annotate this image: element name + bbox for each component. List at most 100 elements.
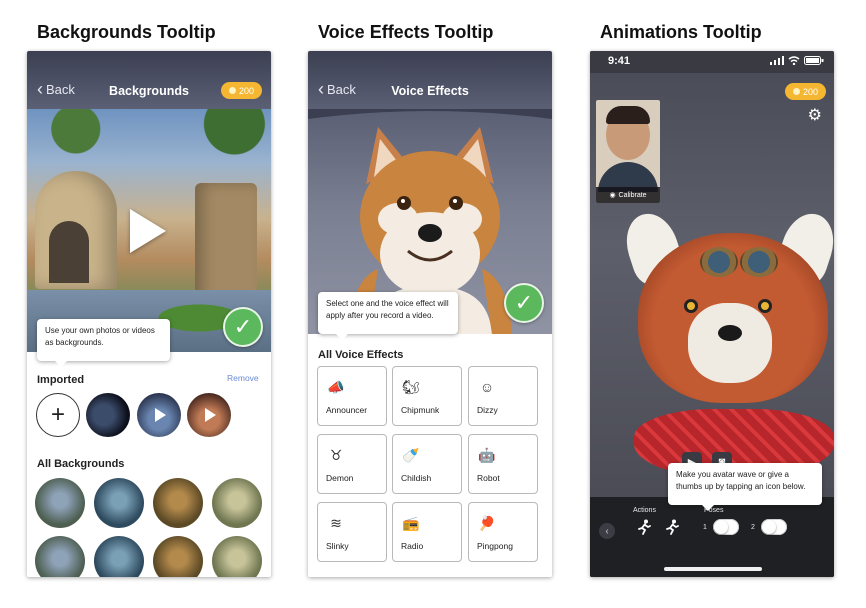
gear-icon[interactable]: ⚙ <box>808 105 822 125</box>
pose-2-label: 2 <box>751 524 755 531</box>
coin-icon <box>792 88 800 95</box>
chipmunk-icon: 🐿 <box>402 378 420 395</box>
check-icon: ✓ <box>514 290 534 315</box>
all-voice-effects-heading: All Voice Effects <box>318 349 404 361</box>
effect-childish[interactable]: 🍼 Childish <box>392 434 462 494</box>
background-option[interactable] <box>153 536 203 577</box>
background-option[interactable] <box>94 478 144 528</box>
toggle-knob <box>762 520 776 534</box>
tooltip-text: Use your own photos or videos as backgro… <box>45 326 155 347</box>
backgrounds-tooltip: Use your own photos or videos as backgro… <box>37 319 170 367</box>
voice-effects-screen: ‹ Back Voice Effects ✓ Select one and th… <box>308 51 552 577</box>
imported-heading: Imported <box>37 374 85 386</box>
effect-slinky[interactable]: ≋ Slinky <box>317 502 387 562</box>
remove-link[interactable]: Remove <box>227 373 259 383</box>
background-option[interactable] <box>94 536 144 577</box>
avatar-goggle <box>700 247 738 277</box>
ping-pong-paddle-icon: 🏓 <box>478 514 496 531</box>
tooltip-arrow <box>336 334 348 340</box>
background-option[interactable] <box>35 536 85 577</box>
avatar-nose <box>718 325 742 341</box>
calibrate-label: Calibrate <box>618 191 647 199</box>
plus-icon: + <box>50 401 65 428</box>
imported-background-1[interactable] <box>86 393 130 437</box>
backgrounds-screen: ‹ Back Backgrounds 200 ✓ Use your own ph… <box>27 51 271 577</box>
effect-announcer[interactable]: 📣 Announcer <box>317 366 387 426</box>
imported-background-2[interactable] <box>137 393 181 437</box>
avatar-eye <box>684 299 698 313</box>
animations-screen: 9:41 ◉ Calibrate 200 ⚙ ◙ Make you avatar… <box>590 51 834 577</box>
status-bar: 9:41 <box>590 51 834 73</box>
chevron-left-icon[interactable]: ‹ <box>599 523 615 539</box>
background-option[interactable] <box>35 478 85 528</box>
effect-label: Childish <box>401 473 432 483</box>
coin-count: 200 <box>238 85 254 96</box>
avatar-eye <box>758 299 772 313</box>
dizzy-face-icon: ☺ <box>479 379 495 395</box>
nav-bar: ‹ Back Voice Effects <box>308 51 552 109</box>
play-icon <box>205 408 216 422</box>
calibrate-icon: ◉ <box>609 192 616 199</box>
wifi-icon <box>788 56 800 65</box>
effect-label: Chipmunk <box>401 405 440 415</box>
nav-bar: ‹ Back Backgrounds 200 <box>27 51 271 109</box>
avatar-goggle <box>740 247 778 277</box>
coin-count: 200 <box>802 86 818 97</box>
animations-tooltip: Make you avatar wave or give a thumbs up… <box>668 463 822 511</box>
background-option[interactable] <box>153 478 203 528</box>
effect-label: Radio <box>401 541 424 551</box>
pose-1-toggle[interactable] <box>713 519 739 535</box>
effect-demon[interactable]: ♉ Demon <box>317 434 387 494</box>
tooltip-arrow <box>702 505 714 511</box>
calibrate-button[interactable]: ◉ Calibrate <box>596 187 660 203</box>
title-backgrounds-tooltip: Backgrounds Tooltip <box>37 22 216 42</box>
effect-radio[interactable]: 📻 Radio <box>392 502 462 562</box>
effect-robot[interactable]: 🤖 Robot <box>468 434 538 494</box>
title-animations-tooltip: Animations Tooltip <box>600 22 762 42</box>
confirm-button[interactable]: ✓ <box>504 283 544 323</box>
tooltip-arrow <box>55 361 67 367</box>
voice-effects-tooltip: Select one and the voice effect will app… <box>318 292 458 340</box>
all-backgrounds-heading: All Backgrounds <box>37 458 125 470</box>
battery-icon <box>804 56 824 65</box>
page-title: Voice Effects <box>391 84 469 98</box>
demon-icon: ♉ <box>329 446 343 463</box>
add-background-button[interactable]: + <box>36 393 80 437</box>
running-icon[interactable] <box>664 519 680 535</box>
effect-label: Announcer <box>326 405 368 415</box>
signal-icon <box>770 56 784 65</box>
background-option[interactable] <box>212 536 262 577</box>
robot-icon: 🤖 <box>478 446 496 463</box>
effect-label: Slinky <box>326 541 349 551</box>
avatar-stage: ◉ Calibrate 200 ⚙ ▶ ◙ <box>590 73 834 497</box>
running-icon[interactable] <box>636 519 652 535</box>
play-icon[interactable] <box>130 209 166 253</box>
tooltip-text: Make you avatar wave or give a thumbs up… <box>676 470 806 491</box>
megaphone-icon: 📣 <box>327 378 345 395</box>
effect-label: Robot <box>477 473 500 483</box>
scene-tower <box>195 183 257 303</box>
play-icon <box>155 408 166 422</box>
scene-trees <box>27 109 271 159</box>
home-indicator <box>664 567 762 571</box>
coin-badge[interactable]: 200 <box>220 82 262 99</box>
effect-label: Demon <box>326 473 354 483</box>
effect-dizzy[interactable]: ☺ Dizzy <box>468 366 538 426</box>
effect-chipmunk[interactable]: 🐿 Chipmunk <box>392 366 462 426</box>
confirm-button[interactable]: ✓ <box>223 307 263 347</box>
coin-icon <box>228 87 236 94</box>
coin-badge[interactable]: 200 <box>784 83 826 100</box>
imported-background-3[interactable] <box>187 393 231 437</box>
status-time: 9:41 <box>608 55 631 67</box>
tooltip-text: Select one and the voice effect will app… <box>326 299 449 320</box>
toggle-knob <box>714 520 728 534</box>
user-hair <box>606 106 650 124</box>
actions-label: Actions <box>633 507 656 514</box>
effect-pingpong[interactable]: 🏓 Pingpong <box>468 502 538 562</box>
camera-preview[interactable]: ◉ Calibrate <box>596 100 660 203</box>
background-option[interactable] <box>212 478 262 528</box>
pose-1-label: 1 <box>703 524 707 531</box>
status-icons <box>770 56 824 65</box>
pose-2-toggle[interactable] <box>761 519 787 535</box>
scene-door <box>49 221 89 283</box>
